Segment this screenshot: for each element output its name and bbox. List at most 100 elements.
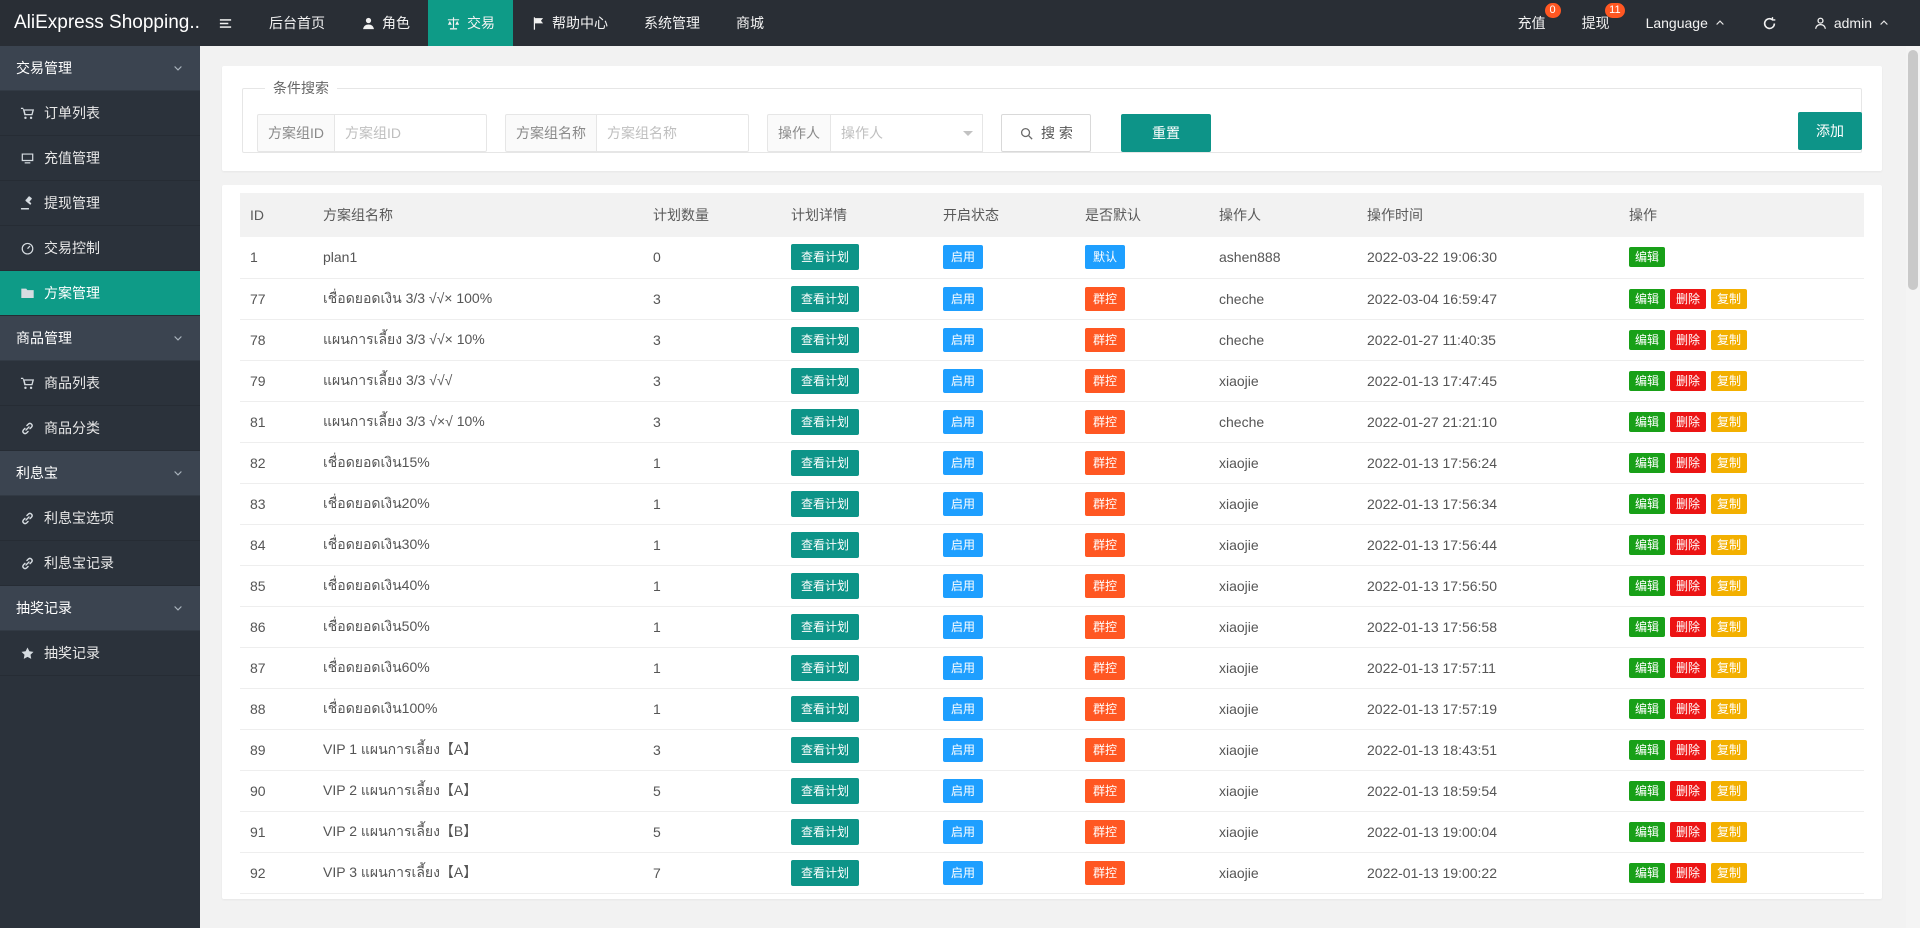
status-enabled-badge[interactable]: 启用 xyxy=(943,533,983,557)
sidebar-item[interactable]: 利息宝记录 xyxy=(0,541,200,586)
view-plan-button[interactable]: 查看计划 xyxy=(791,244,859,270)
view-plan-button[interactable]: 查看计划 xyxy=(791,737,859,763)
delete-button[interactable]: 删除 xyxy=(1670,781,1706,801)
edit-button[interactable]: 编辑 xyxy=(1629,412,1665,432)
edit-button[interactable]: 编辑 xyxy=(1629,617,1665,637)
sidebar-item[interactable]: 抽奖记录 xyxy=(0,631,200,676)
edit-button[interactable]: 编辑 xyxy=(1629,247,1665,267)
status-enabled-badge[interactable]: 启用 xyxy=(943,574,983,598)
search-button[interactable]: 搜 索 xyxy=(1001,114,1091,152)
default-type-badge[interactable]: 群控 xyxy=(1085,369,1125,393)
status-enabled-badge[interactable]: 启用 xyxy=(943,410,983,434)
default-type-badge[interactable]: 群控 xyxy=(1085,574,1125,598)
default-type-badge[interactable]: 群控 xyxy=(1085,779,1125,803)
status-enabled-badge[interactable]: 启用 xyxy=(943,245,983,269)
default-type-badge[interactable]: 群控 xyxy=(1085,738,1125,762)
sidebar-section-header[interactable]: 利息宝 xyxy=(0,451,200,496)
view-plan-button[interactable]: 查看计划 xyxy=(791,778,859,804)
view-plan-button[interactable]: 查看计划 xyxy=(791,368,859,394)
sidebar-item[interactable]: 充值管理 xyxy=(0,136,200,181)
default-type-badge[interactable]: 群控 xyxy=(1085,615,1125,639)
plan-group-name-input[interactable] xyxy=(597,114,749,152)
edit-button[interactable]: 编辑 xyxy=(1629,576,1665,596)
view-plan-button[interactable]: 查看计划 xyxy=(791,409,859,435)
default-type-badge[interactable]: 群控 xyxy=(1085,328,1125,352)
view-plan-button[interactable]: 查看计划 xyxy=(791,860,859,886)
view-plan-button[interactable]: 查看计划 xyxy=(791,286,859,312)
copy-button[interactable]: 复制 xyxy=(1711,371,1747,391)
nav-menu-item[interactable]: 交易 xyxy=(428,0,513,46)
status-enabled-badge[interactable]: 启用 xyxy=(943,492,983,516)
default-type-badge[interactable]: 群控 xyxy=(1085,820,1125,844)
view-plan-button[interactable]: 查看计划 xyxy=(791,491,859,517)
sidebar-item[interactable]: 方案管理 xyxy=(0,271,200,316)
sidebar-item[interactable]: 商品分类 xyxy=(0,406,200,451)
operator-select[interactable]: 操作人 xyxy=(831,114,983,152)
status-enabled-badge[interactable]: 启用 xyxy=(943,656,983,680)
reset-button[interactable]: 重置 xyxy=(1121,114,1211,152)
delete-button[interactable]: 删除 xyxy=(1670,371,1706,391)
default-type-badge[interactable]: 群控 xyxy=(1085,410,1125,434)
vertical-scrollbar[interactable] xyxy=(1906,46,1920,928)
view-plan-button[interactable]: 查看计划 xyxy=(791,532,859,558)
status-enabled-badge[interactable]: 启用 xyxy=(943,779,983,803)
sidebar-item[interactable]: 利息宝选项 xyxy=(0,496,200,541)
copy-button[interactable]: 复制 xyxy=(1711,535,1747,555)
sidebar-section-header[interactable]: 抽奖记录 xyxy=(0,586,200,631)
view-plan-button[interactable]: 查看计划 xyxy=(791,573,859,599)
edit-button[interactable]: 编辑 xyxy=(1629,658,1665,678)
copy-button[interactable]: 复制 xyxy=(1711,781,1747,801)
edit-button[interactable]: 编辑 xyxy=(1629,494,1665,514)
default-type-badge[interactable]: 群控 xyxy=(1085,861,1125,885)
default-type-badge[interactable]: 群控 xyxy=(1085,492,1125,516)
delete-button[interactable]: 删除 xyxy=(1670,289,1706,309)
delete-button[interactable]: 删除 xyxy=(1670,658,1706,678)
status-enabled-badge[interactable]: 启用 xyxy=(943,328,983,352)
status-enabled-badge[interactable]: 启用 xyxy=(943,738,983,762)
copy-button[interactable]: 复制 xyxy=(1711,822,1747,842)
nav-menu-item[interactable]: 角色 xyxy=(343,0,428,46)
edit-button[interactable]: 编辑 xyxy=(1629,371,1665,391)
sidebar-section-header[interactable]: 交易管理 xyxy=(0,46,200,91)
sidebar-item[interactable]: 交易控制 xyxy=(0,226,200,271)
status-enabled-badge[interactable]: 启用 xyxy=(943,820,983,844)
edit-button[interactable]: 编辑 xyxy=(1629,699,1665,719)
view-plan-button[interactable]: 查看计划 xyxy=(791,819,859,845)
edit-button[interactable]: 编辑 xyxy=(1629,781,1665,801)
plan-group-id-input[interactable] xyxy=(335,114,487,152)
delete-button[interactable]: 删除 xyxy=(1670,412,1706,432)
admin-dropdown[interactable]: admin xyxy=(1795,0,1908,46)
nav-menu-item[interactable]: 帮助中心 xyxy=(513,0,626,46)
status-enabled-badge[interactable]: 启用 xyxy=(943,861,983,885)
delete-button[interactable]: 删除 xyxy=(1670,863,1706,883)
view-plan-button[interactable]: 查看计划 xyxy=(791,327,859,353)
copy-button[interactable]: 复制 xyxy=(1711,617,1747,637)
refresh-button[interactable] xyxy=(1744,0,1795,46)
sidebar-section-header[interactable]: 商品管理 xyxy=(0,316,200,361)
edit-button[interactable]: 编辑 xyxy=(1629,863,1665,883)
copy-button[interactable]: 复制 xyxy=(1711,863,1747,883)
sidebar-item[interactable]: 订单列表 xyxy=(0,91,200,136)
nav-menu-item[interactable]: 后台首页 xyxy=(251,0,343,46)
default-type-badge[interactable]: 默认 xyxy=(1085,245,1125,269)
copy-button[interactable]: 复制 xyxy=(1711,576,1747,596)
nav-menu-item[interactable]: 商城 xyxy=(718,0,782,46)
edit-button[interactable]: 编辑 xyxy=(1629,289,1665,309)
scrollbar-thumb[interactable] xyxy=(1908,50,1918,290)
sidebar-item[interactable]: 提现管理 xyxy=(0,181,200,226)
copy-button[interactable]: 复制 xyxy=(1711,740,1747,760)
copy-button[interactable]: 复制 xyxy=(1711,453,1747,473)
delete-button[interactable]: 删除 xyxy=(1670,617,1706,637)
copy-button[interactable]: 复制 xyxy=(1711,699,1747,719)
edit-button[interactable]: 编辑 xyxy=(1629,535,1665,555)
status-enabled-badge[interactable]: 启用 xyxy=(943,369,983,393)
delete-button[interactable]: 删除 xyxy=(1670,453,1706,473)
delete-button[interactable]: 删除 xyxy=(1670,535,1706,555)
view-plan-button[interactable]: 查看计划 xyxy=(791,696,859,722)
delete-button[interactable]: 删除 xyxy=(1670,740,1706,760)
delete-button[interactable]: 删除 xyxy=(1670,576,1706,596)
status-enabled-badge[interactable]: 启用 xyxy=(943,615,983,639)
default-type-badge[interactable]: 群控 xyxy=(1085,533,1125,557)
copy-button[interactable]: 复制 xyxy=(1711,289,1747,309)
edit-button[interactable]: 编辑 xyxy=(1629,822,1665,842)
